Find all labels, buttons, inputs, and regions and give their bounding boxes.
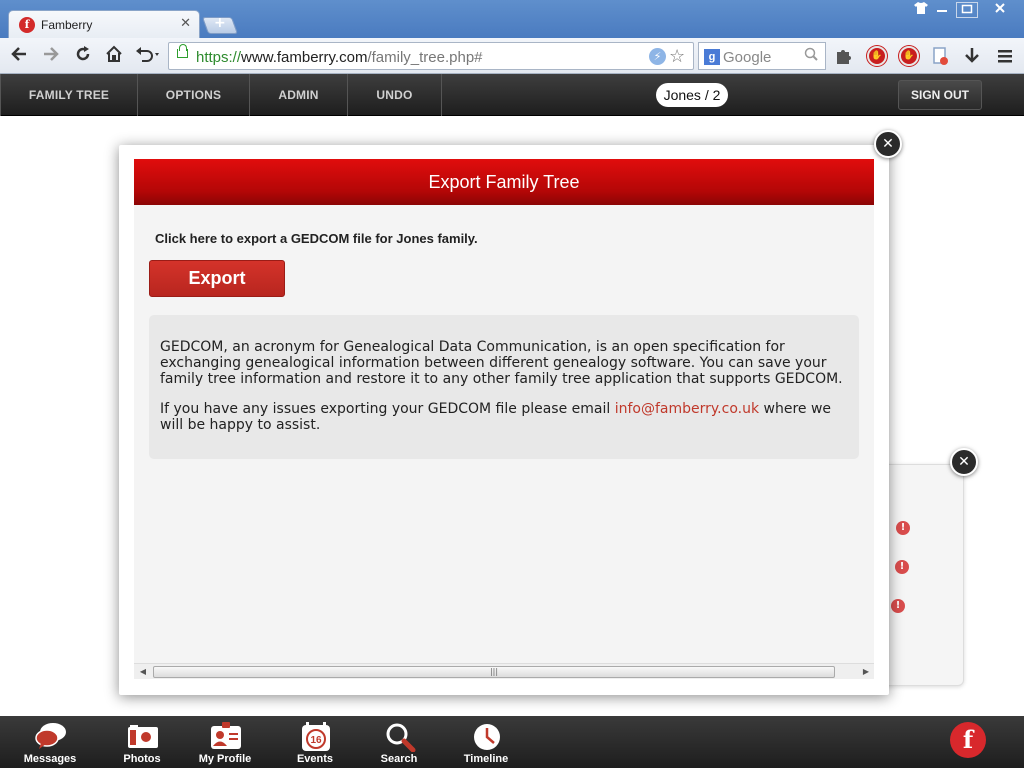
nav-options[interactable]: OPTIONS	[138, 74, 250, 116]
scroll-right-icon[interactable]: ▶	[860, 666, 872, 678]
url-host: www.famberry.com	[241, 49, 368, 66]
sign-out-button[interactable]: SIGN OUT	[898, 80, 982, 110]
address-bar[interactable]: https://www.famberry.com/family_tree.php…	[168, 42, 694, 70]
dock-messages[interactable]: Messages	[12, 720, 88, 768]
app-nav-bar: FAMILY TREE OPTIONS ADMIN UNDO Jones / 2…	[0, 74, 1024, 116]
download-arrow-icon[interactable]	[963, 46, 983, 66]
nav-undo[interactable]: UNDO	[348, 74, 442, 116]
adblock-plus-stop-icon[interactable]: ✋	[899, 46, 919, 66]
url-text[interactable]: https://www.famberry.com/family_tree.php…	[196, 49, 483, 66]
dock-timeline[interactable]: Timeline	[448, 720, 524, 768]
background-panel: ! ! !	[880, 464, 964, 686]
calendar-day: 16	[310, 735, 322, 746]
export-prompt: Click here to export a GEDCOM file for J…	[155, 231, 478, 246]
search-input[interactable]: g Google	[698, 42, 826, 70]
dock-label: Messages	[23, 753, 77, 765]
dock-label: My Profile	[198, 753, 252, 765]
dock-label: Events	[296, 753, 334, 765]
search-icon[interactable]	[804, 47, 818, 65]
tab-title: Famberry	[41, 18, 93, 32]
adblock-stop-icon[interactable]: ✋	[867, 46, 887, 66]
messages-icon	[35, 722, 66, 750]
gedcom-description: GEDCOM, an acronym for Genealogical Data…	[160, 339, 843, 387]
dock-label: Photos	[123, 753, 161, 765]
scroll-left-icon[interactable]: ◀	[137, 666, 149, 678]
page-extension-icon[interactable]	[931, 46, 951, 66]
plus-icon: +	[214, 15, 226, 31]
warning-icon[interactable]: !	[895, 560, 909, 574]
bottom-dock: Messages Photos My Profile 16 Events Sea…	[0, 716, 1024, 768]
nav-family-tree[interactable]: FAMILY TREE	[0, 74, 138, 116]
nav-admin[interactable]: ADMIN	[250, 74, 348, 116]
menu-icon[interactable]	[996, 46, 1016, 66]
dock-label: Search	[380, 753, 418, 765]
url-path: /family_tree.php#	[367, 49, 483, 66]
window-close-icon[interactable]	[982, 2, 1018, 18]
browser-titlebar: f Famberry ✕ +	[0, 0, 1024, 38]
support-text: If you have any issues exporting your GE…	[160, 401, 848, 433]
url-scheme: https://	[196, 49, 242, 66]
maximize-icon[interactable]	[956, 2, 978, 18]
scroll-thumb[interactable]: |||	[153, 666, 835, 678]
export-modal: Export Family Tree Click here to export …	[119, 145, 889, 695]
search-placeholder: Google	[723, 49, 772, 66]
modal-title: Export Family Tree	[134, 159, 874, 205]
camera-icon	[127, 722, 158, 750]
dock-label: Timeline	[463, 753, 509, 765]
lock-icon	[177, 44, 188, 58]
minimize-icon[interactable]	[932, 2, 952, 18]
puzzle-extension-icon[interactable]	[834, 46, 854, 66]
lightning-icon[interactable]: ⚡	[649, 48, 666, 65]
famberry-favicon-icon: f	[19, 17, 35, 33]
browser-toolbar: https://www.famberry.com/family_tree.php…	[0, 38, 1024, 74]
dock-events[interactable]: 16 Events	[277, 720, 353, 768]
background-panel-close-icon[interactable]: ✕	[950, 448, 978, 476]
warning-icon[interactable]: !	[891, 599, 905, 613]
dock-search[interactable]: Search	[361, 720, 437, 768]
calendar-icon: 16	[300, 722, 330, 751]
support-text-before: If you have any issues exporting your GE…	[160, 401, 615, 417]
theme-icon[interactable]	[912, 2, 930, 18]
gedcom-info-box: GEDCOM, an acronym for Genealogical Data…	[149, 315, 859, 459]
home-icon[interactable]	[103, 44, 125, 66]
magnifier-icon	[384, 722, 416, 753]
famberry-logo[interactable]: f	[950, 722, 986, 758]
export-button[interactable]: Export	[149, 260, 285, 297]
bookmark-star-icon[interactable]: ☆	[669, 46, 685, 67]
warning-icon[interactable]: !	[896, 521, 910, 535]
clock-icon	[471, 722, 501, 750]
profile-card-icon	[210, 722, 241, 750]
forward-icon[interactable]	[40, 44, 62, 66]
dock-photos[interactable]: Photos	[104, 720, 180, 768]
browser-tab[interactable]: f Famberry ✕	[8, 10, 200, 38]
reload-icon[interactable]	[72, 44, 94, 66]
tab-close-icon[interactable]: ✕	[180, 16, 191, 31]
horizontal-scrollbar[interactable]: ◀ ||| ▶	[134, 663, 874, 679]
google-icon[interactable]: g	[704, 49, 720, 65]
back-icon[interactable]	[8, 44, 30, 66]
modal-body: Export Family Tree Click here to export …	[134, 159, 874, 679]
dock-my-profile[interactable]: My Profile	[187, 720, 263, 768]
undo-history-icon[interactable]	[133, 44, 163, 66]
support-email-link[interactable]: info@famberry.co.uk	[615, 401, 759, 417]
tree-name-badge[interactable]: Jones / 2	[656, 83, 728, 107]
modal-close-icon[interactable]: ✕	[874, 130, 902, 158]
